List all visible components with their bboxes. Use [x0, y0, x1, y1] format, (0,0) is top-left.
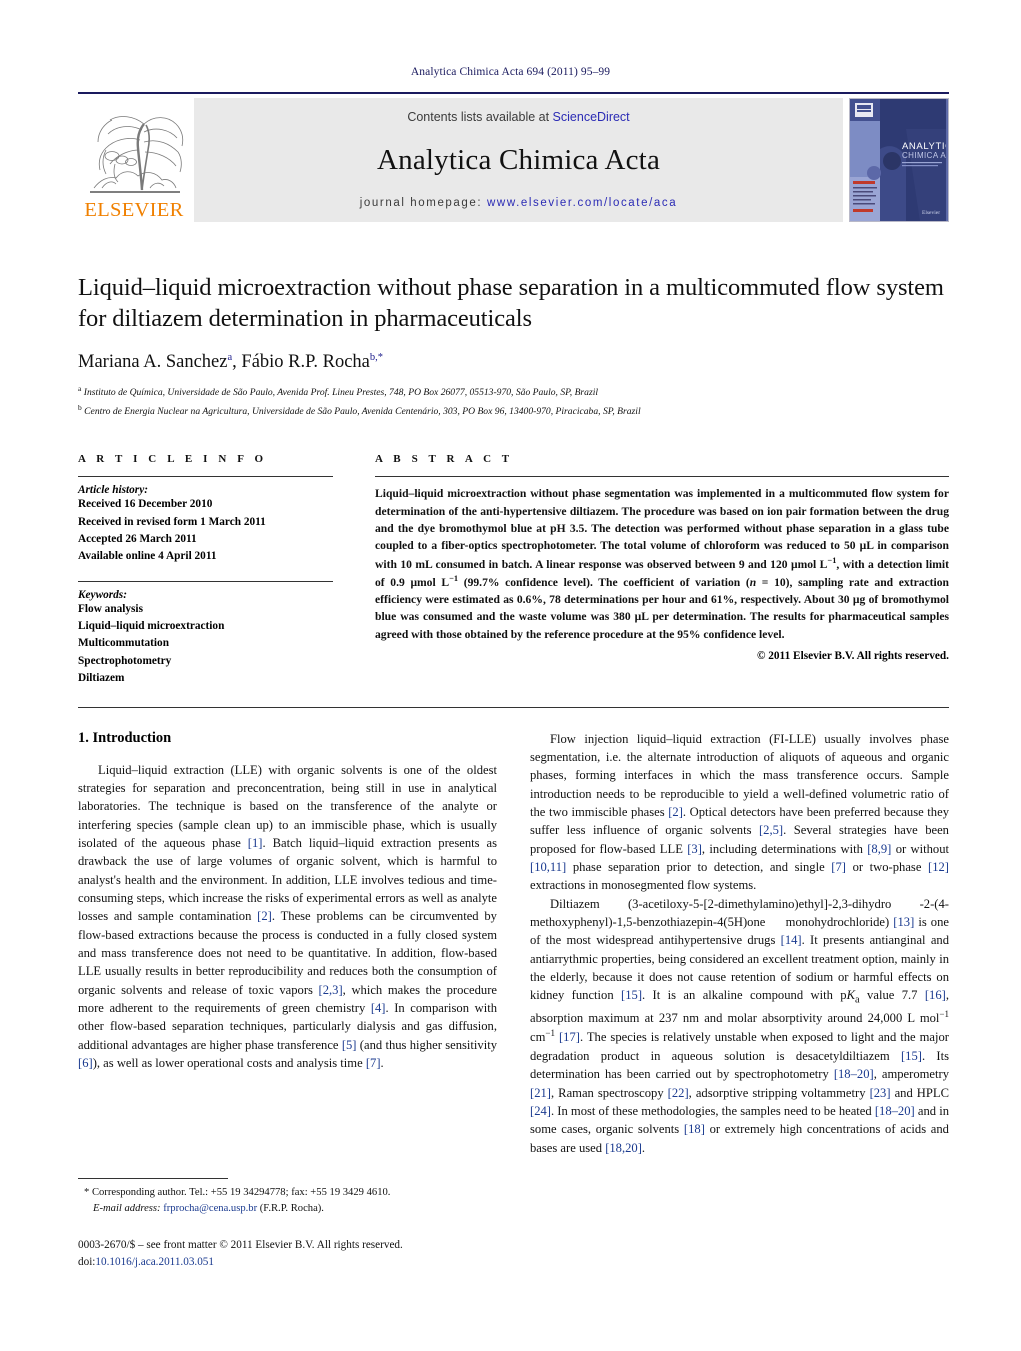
- cover-title-line2: CHIMICA ACTA: [902, 151, 946, 160]
- abstract-body: Liquid–liquid microextraction without ph…: [375, 487, 949, 641]
- doi-link[interactable]: 10.1016/j.aca.2011.03.051: [95, 1256, 214, 1268]
- page-title: Liquid–liquid microextraction without ph…: [78, 274, 944, 333]
- abstract-copyright: © 2011 Elsevier B.V. All rights reserved…: [756, 650, 949, 663]
- affiliation-a-text: Instituto de Química, Universidade de Sã…: [83, 387, 599, 399]
- email-note[interactable]: E-mail address: frprocha@cena.usp.br (F.…: [78, 1201, 497, 1217]
- journal-masthead: ELSEVIER Contents lists available at Sci…: [78, 92, 949, 226]
- article-first-page: Analytica Chimica Acta 694 (2011) 95–99: [0, 0, 1021, 1351]
- contents-prefix-text: Contents lists available at: [407, 110, 553, 124]
- body-columns: 1. Introduction Liquid–liquid extraction…: [78, 730, 949, 1157]
- contents-available-line: Contents lists available at ScienceDirec…: [407, 110, 629, 124]
- issn-copyright-block: 0003-2670/$ – see front matter © 2011 El…: [78, 1237, 497, 1271]
- paragraph: Diltiazem (3-acetiloxy-5-[2-dimethylamin…: [530, 896, 950, 1155]
- journal-homepage-link[interactable]: www.elsevier.com/locate/aca: [487, 197, 677, 209]
- article-history-label: Article history:: [78, 484, 148, 497]
- info-abstract-row: A R T I C L E I N F O Article history: R…: [78, 453, 949, 686]
- journal-homepage-line: journal homepage: www.elsevier.com/locat…: [360, 197, 677, 209]
- history-item: Received in revised form 1 March 2011: [78, 515, 266, 528]
- history-item: Available online 4 April 2011: [78, 549, 217, 562]
- body-column-left: 1. Introduction Liquid–liquid extraction…: [78, 730, 497, 1157]
- elsevier-tree-icon: [82, 104, 186, 199]
- keyword-item: Spectrophotometry: [78, 654, 172, 667]
- article-info-heading: A R T I C L E I N F O: [78, 453, 268, 466]
- abstract-column: A B S T R A C T Liquid–liquid microextra…: [355, 453, 949, 686]
- author-list: Mariana A. Sancheza, Fábio R.P. Rochab,*: [78, 351, 384, 372]
- footnote-zone: * Corresponding author. Tel.: +55 19 342…: [78, 1178, 497, 1270]
- journal-title-band: Contents lists available at ScienceDirec…: [194, 98, 843, 222]
- paragraph: Flow injection liquid–liquid extraction …: [530, 731, 950, 893]
- homepage-prefix-text: journal homepage:: [359, 197, 488, 209]
- keyword-item: Flow analysis: [78, 603, 143, 616]
- svg-text:Elsevier: Elsevier: [922, 210, 940, 216]
- keyword-item: Diltiazem: [78, 671, 125, 684]
- paragraph: Liquid–liquid extraction (LLE) with orga…: [78, 762, 497, 1070]
- footnote-rule: [78, 1178, 228, 1179]
- elsevier-logo: ELSEVIER: [78, 98, 190, 222]
- doi-prefix: doi:: [78, 1255, 96, 1268]
- keywords-rule: [78, 581, 333, 583]
- affiliation-b: b Centro de Energia Nuclear na Agricultu…: [78, 402, 641, 417]
- body-column-right: Flow injection liquid–liquid extraction …: [530, 730, 949, 1157]
- affiliation-b-text: Centro de Energia Nuclear na Agricultura…: [84, 405, 641, 417]
- history-item: Received 16 December 2010: [78, 498, 213, 511]
- keyword-item: Liquid–liquid microextraction: [78, 620, 225, 633]
- issn-line: 0003-2670/$ – see front matter © 2011 El…: [78, 1238, 403, 1251]
- sciencedirect-link[interactable]: ScienceDirect: [553, 110, 630, 124]
- journal-name: Analytica Chimica Acta: [376, 144, 661, 176]
- article-info-rule: [78, 476, 333, 478]
- journal-cover-thumbnail: ANALYTICA CHIMICA ACTA Elsevier: [849, 98, 949, 222]
- corresponding-author-note: * Corresponding author. Tel.: +55 19 342…: [84, 1187, 391, 1198]
- article-info-column: A R T I C L E I N F O Article history: R…: [78, 453, 355, 686]
- running-head: Analytica Chimica Acta 694 (2011) 95–99: [410, 66, 611, 78]
- elsevier-wordmark: ELSEVIER: [84, 198, 184, 221]
- keywords-label: Keywords:: [78, 589, 127, 602]
- affiliation-a: a Instituto de Química, Universidade de …: [78, 383, 599, 399]
- doi-line: doi:10.1016/j.aca.2011.03.051: [78, 1254, 497, 1271]
- section-heading-introduction: 1. Introduction: [78, 729, 172, 746]
- keyword-item: Multicommutation: [78, 637, 169, 650]
- abstract-heading: A B S T R A C T: [375, 453, 514, 466]
- body-separator-rule: [78, 706, 949, 708]
- title-block: Liquid–liquid microextraction without ph…: [78, 272, 949, 419]
- history-item: Accepted 26 March 2011: [78, 532, 197, 545]
- abstract-rule: [375, 476, 949, 478]
